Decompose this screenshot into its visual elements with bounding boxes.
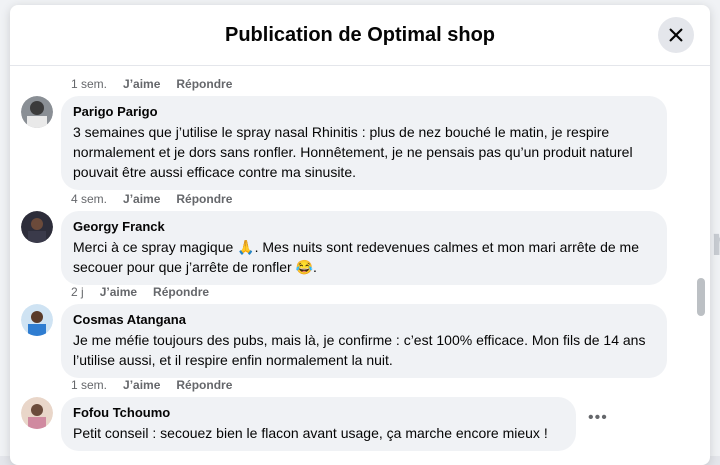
comment: Parigo Parigo 3 semaines que j’utilise l… bbox=[21, 96, 667, 190]
comment-author[interactable]: Cosmas Atangana bbox=[73, 312, 655, 328]
comment-bubble: Fofou Tchoumo Petit conseil : secouez bi… bbox=[61, 397, 576, 451]
like-button[interactable]: J’aime bbox=[123, 378, 160, 392]
reply-button[interactable]: Répondre bbox=[176, 77, 232, 91]
comment-bubble: Parigo Parigo 3 semaines que j’utilise l… bbox=[61, 96, 667, 190]
more-horizontal-icon[interactable]: ••• bbox=[588, 409, 608, 427]
comment: Georgy Franck Merci à ce spray magique 🙏… bbox=[21, 211, 667, 285]
modal-header: Publication de Optimal shop bbox=[10, 5, 710, 66]
like-button[interactable]: J’aime bbox=[123, 192, 160, 206]
comment-text: 3 semaines que j’utilise le spray nasal … bbox=[73, 124, 633, 180]
comment: Fofou Tchoumo Petit conseil : secouez bi… bbox=[21, 397, 576, 451]
comments-area[interactable]: 1 sem. J’aime Répondre Parigo Parigo 3 s… bbox=[10, 66, 710, 465]
reply-button[interactable]: Répondre bbox=[153, 285, 209, 299]
close-button[interactable] bbox=[658, 17, 694, 53]
avatar[interactable] bbox=[21, 96, 53, 128]
comment-bubble: Georgy Franck Merci à ce spray magique 🙏… bbox=[61, 211, 667, 285]
avatar[interactable] bbox=[21, 304, 53, 336]
comment-time[interactable]: 4 sem. bbox=[71, 192, 107, 206]
post-modal: Publication de Optimal shop 1 sem. J’aim… bbox=[10, 5, 710, 465]
like-button[interactable]: J’aime bbox=[123, 77, 160, 91]
comment-author[interactable]: Fofou Tchoumo bbox=[73, 405, 564, 421]
comment-time[interactable]: 1 sem. bbox=[71, 77, 107, 91]
comment-bubble: Cosmas Atangana Je me méfie toujours des… bbox=[61, 304, 667, 378]
reply-button[interactable]: Répondre bbox=[176, 192, 232, 206]
scrollbar-thumb[interactable] bbox=[697, 278, 705, 316]
comment-time[interactable]: 1 sem. bbox=[71, 378, 107, 392]
comment-meta: 4 sem. J’aime Répondre bbox=[71, 192, 232, 206]
reply-button[interactable]: Répondre bbox=[176, 378, 232, 392]
comment-text: Petit conseil : secouez bien le flacon a… bbox=[73, 425, 548, 441]
comment-text: Je me méfie toujours des pubs, mais là, … bbox=[73, 332, 646, 368]
comment-meta: 1 sem. J’aime Répondre bbox=[71, 378, 232, 392]
comment-time[interactable]: 2 j bbox=[71, 285, 84, 299]
comment-author[interactable]: Georgy Franck bbox=[73, 219, 655, 235]
like-button[interactable]: J’aime bbox=[100, 285, 137, 299]
comment-meta: 1 sem. J’aime Répondre bbox=[71, 77, 232, 91]
close-icon bbox=[669, 28, 683, 42]
modal-title: Publication de Optimal shop bbox=[224, 23, 496, 46]
comment-meta: 2 j J’aime Répondre bbox=[71, 285, 209, 299]
avatar[interactable] bbox=[21, 397, 53, 429]
avatar[interactable] bbox=[21, 211, 53, 243]
comment: Cosmas Atangana Je me méfie toujours des… bbox=[21, 304, 667, 378]
comment-text: Merci à ce spray magique 🙏. Mes nuits so… bbox=[73, 239, 640, 275]
comment-author[interactable]: Parigo Parigo bbox=[73, 104, 655, 120]
